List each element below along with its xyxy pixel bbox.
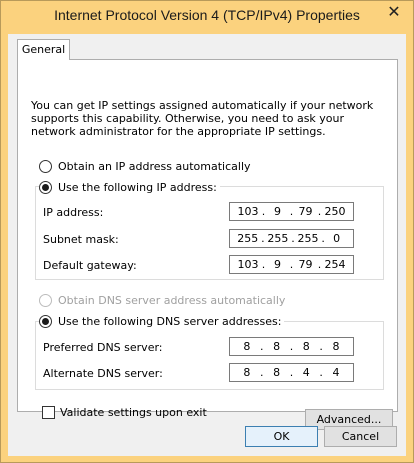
default-gateway-label: Default gateway:	[43, 259, 137, 272]
default-gateway-input[interactable]: 103. 9. 79. 254	[229, 255, 354, 274]
preferred-dns-input[interactable]: 8. 8. 8. 8	[229, 337, 354, 356]
cancel-button[interactable]: Cancel	[324, 426, 397, 447]
subnet-mask-label: Subnet mask:	[43, 233, 119, 246]
radio-circle[interactable]	[39, 315, 52, 328]
radio-label: Obtain DNS server address automatically	[58, 294, 286, 307]
alternate-dns-label: Alternate DNS server:	[43, 367, 163, 380]
ip-address-input[interactable]: 103. 9. 79. 250	[229, 202, 354, 221]
ip-octet: 255	[297, 232, 319, 245]
ip-octet: 8	[273, 366, 281, 379]
radio-label: Use the following DNS server addresses:	[58, 315, 282, 328]
ok-button[interactable]: OK	[245, 426, 318, 447]
general-tab-panel: You can get IP settings assigned automat…	[17, 59, 398, 430]
radio-circle[interactable]	[39, 160, 52, 173]
ip-octet: 8	[273, 340, 281, 353]
close-icon[interactable]: ✕	[382, 2, 406, 22]
ip-octet: 79	[298, 258, 313, 271]
ip-octet: 250	[324, 205, 346, 218]
radio-use-following-dns[interactable]: Use the following DNS server addresses:	[39, 315, 285, 328]
checkbox-box[interactable]	[42, 406, 55, 419]
radio-circle[interactable]	[39, 181, 52, 194]
radio-label: Obtain an IP address automatically	[58, 160, 251, 173]
radio-use-following-ip[interactable]: Use the following IP address:	[39, 181, 220, 194]
ip-octet: 255	[267, 232, 289, 245]
window-title: Internet Protocol Version 4 (TCP/IPv4) P…	[54, 7, 360, 23]
ip-octet: 255	[237, 232, 259, 245]
ip-octet: 103	[237, 205, 259, 218]
dialog-window: Internet Protocol Version 4 (TCP/IPv4) P…	[0, 0, 414, 463]
ip-address-group: Use the following IP address: IP address…	[35, 181, 384, 280]
ip-octet: 0	[333, 232, 341, 245]
ip-octet: 103	[237, 258, 259, 271]
ip-octet: 8	[302, 340, 310, 353]
tab-general[interactable]: General	[17, 39, 70, 60]
ip-octet: 4	[332, 366, 340, 379]
dns-server-group: Use the following DNS server addresses: …	[35, 315, 384, 390]
description-text: You can get IP settings assigned automat…	[31, 99, 374, 138]
ip-octet: 254	[324, 258, 346, 271]
checkbox-label: Validate settings upon exit	[60, 406, 207, 419]
preferred-dns-label: Preferred DNS server:	[43, 341, 163, 354]
radio-circle[interactable]	[39, 294, 52, 307]
validate-settings-checkbox[interactable]: Validate settings upon exit	[42, 406, 207, 419]
radio-obtain-ip-auto[interactable]: Obtain an IP address automatically	[39, 160, 251, 173]
radio-label: Use the following IP address:	[58, 181, 217, 194]
ip-octet: 4	[302, 366, 310, 379]
ip-octet: 8	[243, 366, 251, 379]
radio-obtain-dns-auto[interactable]: Obtain DNS server address automatically	[39, 294, 285, 307]
subnet-mask-input[interactable]: 255. 255. 255. 0	[229, 229, 354, 248]
dialog-client-area: General You can get IP settings assigned…	[8, 34, 406, 456]
ip-octet: 9	[274, 205, 281, 218]
ip-octet: 8	[243, 340, 251, 353]
alternate-dns-input[interactable]: 8. 8. 4. 4	[229, 363, 354, 382]
ip-octet: 79	[298, 205, 313, 218]
ip-octet: 8	[332, 340, 340, 353]
ip-address-label: IP address:	[43, 206, 104, 219]
ip-octet: 9	[274, 258, 281, 271]
title-bar[interactable]: Internet Protocol Version 4 (TCP/IPv4) P…	[1, 1, 413, 34]
